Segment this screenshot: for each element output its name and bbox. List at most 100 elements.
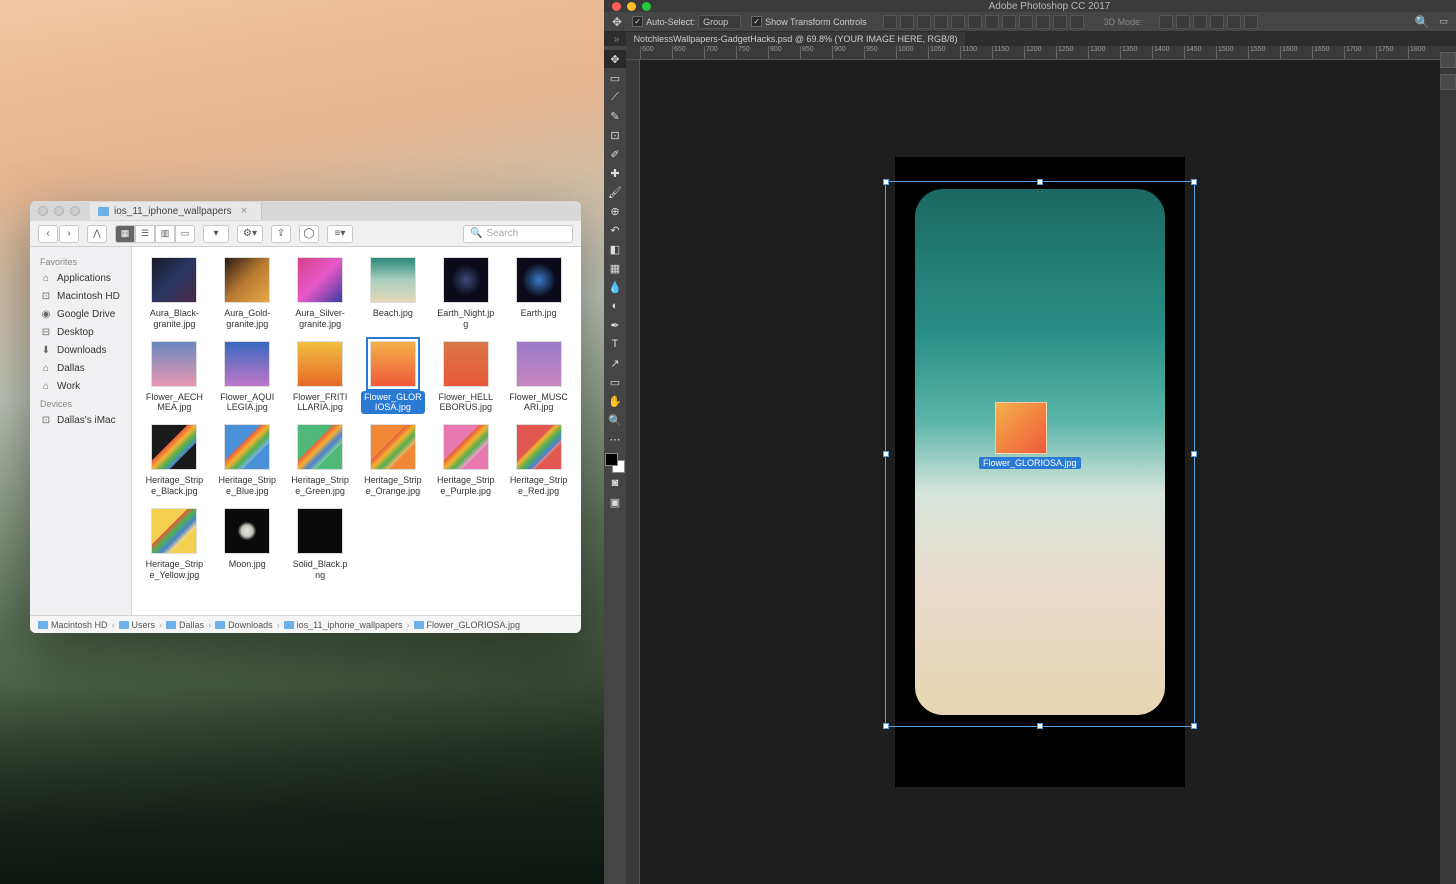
close-icon[interactable]: × — [241, 205, 247, 217]
stamp-tool[interactable]: ⊕ — [604, 202, 626, 220]
file-item[interactable]: Heritage_Stripe_Red.jpg — [504, 422, 573, 500]
file-item[interactable]: Moon.jpg — [213, 506, 282, 584]
workspace-icon[interactable]: ▭ — [1439, 16, 1448, 27]
move-tool[interactable]: ✥ — [604, 50, 626, 68]
eraser-tool[interactable]: ◧ — [604, 240, 626, 258]
path-segment[interactable]: Macintosh HD — [38, 620, 108, 630]
file-item[interactable]: Earth.jpg — [504, 255, 573, 333]
path-segment[interactable]: Dallas — [166, 620, 204, 630]
path-segment[interactable]: Users — [119, 620, 156, 630]
sidebar-item[interactable]: ⌂Work — [30, 377, 131, 395]
brush-tool[interactable]: 🖌 — [604, 183, 626, 201]
file-item[interactable]: Aura_Black-granite.jpg — [140, 255, 209, 333]
forward-button[interactable]: › — [59, 225, 79, 243]
checkbox-icon[interactable]: ✓ — [632, 16, 643, 27]
file-item[interactable]: Heritage_Stripe_Yellow.jpg — [140, 506, 209, 584]
path-segment[interactable]: Downloads — [215, 620, 273, 630]
column-view-button[interactable]: ▥ — [155, 225, 175, 243]
show-transform-option[interactable]: ✓ Show Transform Controls — [751, 16, 867, 27]
collapsed-panel-icons[interactable] — [1440, 46, 1456, 884]
transform-handle[interactable] — [1037, 723, 1043, 729]
file-item[interactable]: Solid_Black.png — [286, 506, 355, 584]
shape-tool[interactable]: ▭ — [604, 373, 626, 391]
marquee-tool[interactable]: ▭ — [604, 69, 626, 87]
transform-handle[interactable] — [883, 179, 889, 185]
tags-button[interactable]: ◯ — [299, 225, 319, 243]
auto-select-target[interactable]: Group — [698, 15, 741, 29]
checkbox-icon[interactable]: ✓ — [751, 16, 762, 27]
more-tool[interactable]: ⋯ — [604, 430, 626, 448]
sidebar-item[interactable]: ⊡Macintosh HD — [30, 287, 131, 305]
quick-select-tool[interactable]: ✎ — [604, 107, 626, 125]
file-item[interactable]: Flower_HELLEBORUS.jpg — [431, 339, 500, 417]
list-view-button[interactable]: ☰ — [135, 225, 155, 243]
transform-handle[interactable] — [1191, 179, 1197, 185]
transform-handle[interactable] — [1191, 451, 1197, 457]
document-canvas[interactable]: Flower_GLORIOSA.jpg — [895, 157, 1185, 787]
panel-icon[interactable] — [1440, 74, 1456, 90]
hand-tool[interactable]: ✋ — [604, 392, 626, 410]
dropdown-button[interactable]: ≡▾ — [327, 225, 353, 243]
file-item[interactable]: Heritage_Stripe_Orange.jpg — [359, 422, 428, 500]
type-tool[interactable]: T — [604, 335, 626, 353]
icon-view-button[interactable]: ▦ — [115, 225, 135, 243]
file-item[interactable]: Flower_GLORIOSA.jpg — [359, 339, 428, 417]
sidebar-item[interactable]: ⊟Desktop — [30, 323, 131, 341]
transform-handle[interactable] — [883, 723, 889, 729]
tab-scroll-icon[interactable]: » — [614, 34, 620, 45]
file-item[interactable]: Flower_FRITILLARIA.jpg — [286, 339, 355, 417]
dodge-tool[interactable]: ◐ — [604, 297, 626, 315]
auto-select-option[interactable]: ✓ Auto-Select: Group — [632, 15, 741, 29]
transform-handle[interactable] — [883, 451, 889, 457]
blur-tool[interactable]: 💧 — [604, 278, 626, 296]
gradient-tool[interactable]: ▦ — [604, 259, 626, 277]
history-brush-tool[interactable]: ↶ — [604, 221, 626, 239]
path-bar[interactable]: Macintosh HD›Users›Dallas›Downloads›ios_… — [30, 615, 581, 633]
share-button[interactable]: ⇪ — [271, 225, 291, 243]
3d-mode-buttons[interactable] — [1159, 15, 1258, 29]
file-item[interactable]: Flower_AQUILEGIA.jpg — [213, 339, 282, 417]
gallery-view-button[interactable]: ▭ — [175, 225, 195, 243]
back-button[interactable]: ‹ — [38, 225, 58, 243]
sidebar-item[interactable]: ◉Google Drive — [30, 305, 131, 323]
file-item[interactable]: Aura_Silver-granite.jpg — [286, 255, 355, 333]
ps-traffic-lights[interactable] — [612, 2, 651, 11]
color-swatches[interactable] — [605, 453, 625, 473]
crop-tool[interactable]: ⊡ — [604, 126, 626, 144]
sidebar-item[interactable]: ⬇Downloads — [30, 341, 131, 359]
path-segment[interactable]: ios_11_iphone_wallpapers — [284, 620, 403, 630]
lasso-tool[interactable]: ⟋ — [604, 88, 626, 106]
zoom-tool[interactable]: 🔍 — [604, 411, 626, 429]
search-icon[interactable]: 🔍 — [1415, 15, 1430, 29]
path-segment[interactable]: Flower_GLORIOSA.jpg — [414, 620, 521, 630]
transform-handle[interactable] — [1191, 723, 1197, 729]
document-tab[interactable]: NotchlessWallpapers-GadgetHacks.psd @ 69… — [626, 32, 966, 46]
quick-mask[interactable]: ◙ — [604, 474, 626, 492]
canvas[interactable]: Flower_GLORIOSA.jpg — [640, 60, 1440, 884]
finder-traffic-lights[interactable] — [38, 206, 80, 216]
file-item[interactable]: Heritage_Stripe_Blue.jpg — [213, 422, 282, 500]
file-item[interactable]: Earth_Night.jpg — [431, 255, 500, 333]
sidebar-item[interactable]: ⌂Applications — [30, 269, 131, 287]
screen-mode[interactable]: ▣ — [604, 493, 626, 511]
file-item[interactable]: Aura_Gold-granite.jpg — [213, 255, 282, 333]
file-item[interactable]: Heritage_Stripe_Purple.jpg — [431, 422, 500, 500]
eyedropper-tool[interactable]: ✐ — [604, 145, 626, 163]
pen-tool[interactable]: ✒ — [604, 316, 626, 334]
file-item[interactable]: Heritage_Stripe_Black.jpg — [140, 422, 209, 500]
up-button[interactable]: ⋀ — [87, 225, 107, 243]
action-button[interactable]: ⚙▾ — [237, 225, 263, 243]
transform-bounding-box[interactable] — [885, 181, 1195, 727]
healing-tool[interactable]: ✚ — [604, 164, 626, 182]
file-item[interactable]: Heritage_Stripe_Green.jpg — [286, 422, 355, 500]
file-item[interactable]: Flower_MUSCARI.jpg — [504, 339, 573, 417]
path-tool[interactable]: ↗ — [604, 354, 626, 372]
file-item[interactable]: Beach.jpg — [359, 255, 428, 333]
panel-icon[interactable] — [1440, 52, 1456, 68]
transform-handle[interactable] — [1037, 179, 1043, 185]
file-item[interactable]: Flower_AECHMEA.jpg — [140, 339, 209, 417]
sidebar-item[interactable]: ⌂Dallas — [30, 359, 131, 377]
search-input[interactable]: 🔍 Search — [463, 225, 573, 243]
move-tool-icon[interactable]: ✥ — [612, 15, 622, 29]
sidebar-item[interactable]: ⊡Dallas's iMac — [30, 411, 131, 429]
